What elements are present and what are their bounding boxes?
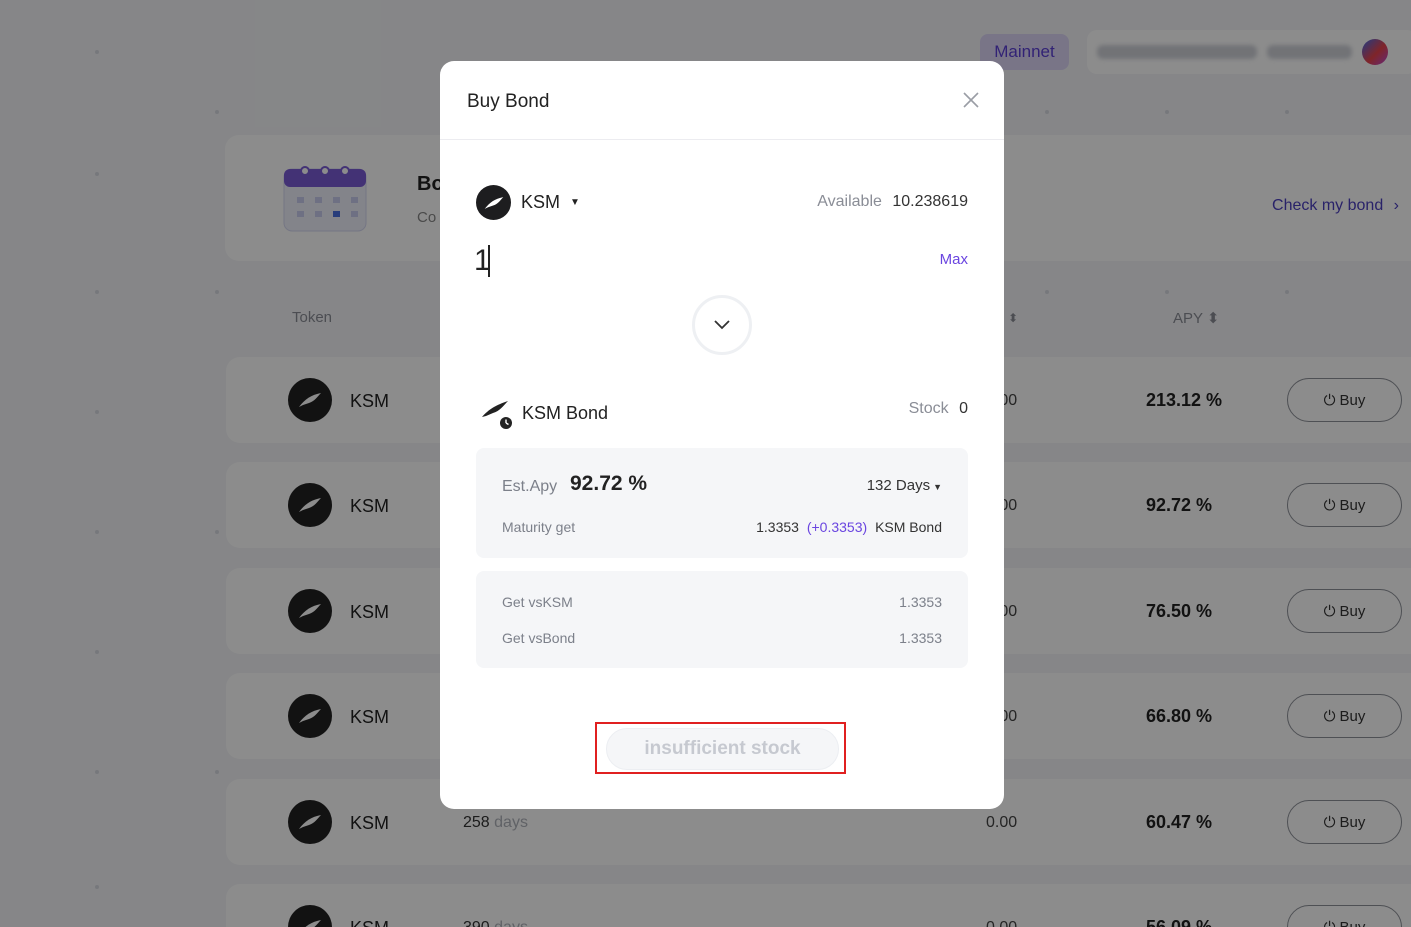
bond-stock: Stock 0	[909, 400, 968, 418]
get-vsbond-value: 1.3353	[899, 630, 942, 646]
bond-token: KSM Bond	[480, 397, 608, 429]
available-label: Available	[817, 193, 882, 210]
est-apy-label: Est.Apy	[502, 478, 558, 495]
est-apy-value: 92.72 %	[570, 472, 648, 495]
duration-value: 132 Days	[866, 477, 931, 494]
get-vsksm-label: Get vsKSM	[502, 594, 573, 610]
buy-bond-modal: Buy Bond KSM ▼ Available 10.238619 Max K…	[440, 61, 1004, 809]
ksm-bond-icon	[482, 401, 512, 429]
swap-direction-button[interactable]	[692, 295, 752, 355]
text-cursor	[488, 245, 490, 277]
chevron-down-icon	[714, 320, 730, 330]
available-balance: Available 10.238619	[817, 193, 968, 211]
ksm-token-icon	[476, 185, 511, 220]
get-vsksm-value: 1.3353	[899, 594, 942, 610]
get-vsbond-label: Get vsBond	[502, 630, 576, 646]
token-selector[interactable]: KSM ▼	[476, 185, 580, 220]
highlight-box: insufficient stock	[595, 722, 846, 774]
bond-name: KSM Bond	[522, 402, 609, 423]
submit-button[interactable]: insufficient stock	[606, 728, 839, 770]
maturity-gain: (+0.3353)	[806, 519, 868, 535]
token-name: KSM	[521, 192, 561, 212]
receive-summary-box: Get vsKSM 1.3353 Get vsBond 1.3353	[476, 571, 968, 668]
modal-title: Buy Bond	[467, 91, 550, 112]
maturity-value-group: 1.3353 (+0.3353) KSM Bond	[756, 519, 942, 535]
amount-input[interactable]	[474, 239, 894, 283]
close-icon[interactable]	[960, 89, 982, 111]
caret-down-icon: ▼	[933, 482, 942, 492]
caret-down-icon: ▼	[570, 197, 580, 208]
apy-summary-box: Est.Apy 92.72 % 132 Days ▼ Maturity get 1…	[476, 448, 968, 558]
max-button[interactable]: Max	[940, 251, 968, 268]
maturity-label: Maturity get	[502, 519, 576, 535]
stock-value: 0	[959, 400, 968, 417]
stock-label: Stock	[908, 400, 949, 417]
duration-select[interactable]: 132 Days ▼	[867, 477, 942, 494]
maturity-value: 1.3353	[756, 519, 799, 535]
maturity-unit: KSM Bond	[875, 519, 942, 535]
available-value: 10.238619	[892, 193, 968, 210]
modal-header: Buy Bond	[440, 61, 1004, 140]
